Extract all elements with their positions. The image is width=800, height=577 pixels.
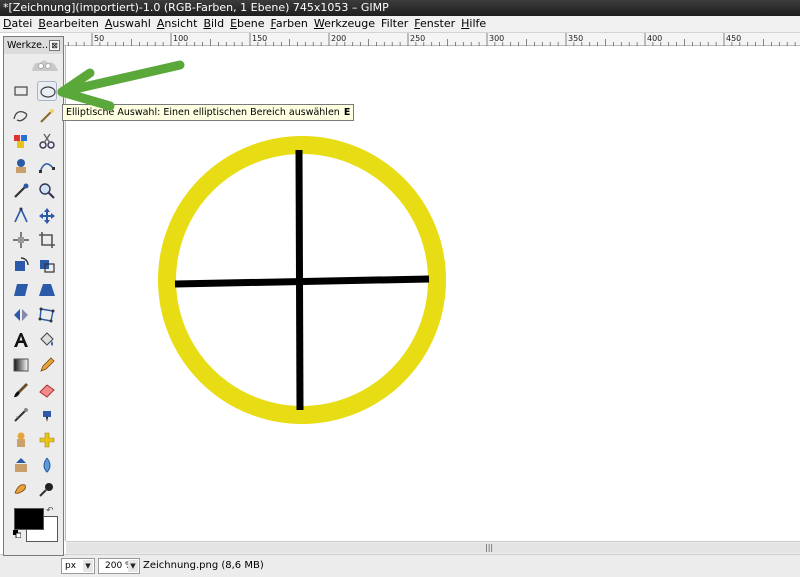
- file-info: Zeichnung.png (8,6 MB): [143, 560, 264, 571]
- menu-bar: Datei Bearbeiten Auswahl Ansicht Bild Ebene Fa…: [0, 16, 800, 33]
- menu-mnemonic: E: [230, 17, 238, 30]
- paths-icon[interactable]: [37, 156, 57, 176]
- paintbrush-icon[interactable]: [11, 380, 31, 400]
- tool-tooltip: Elliptische Auswahl: Einen elliptischen …: [62, 104, 355, 121]
- menu-bild[interactable]: Bild: [200, 16, 227, 33]
- select-by-color-icon[interactable]: [11, 131, 31, 151]
- ruler-label: 150: [252, 34, 267, 43]
- unit-value: px: [65, 561, 77, 571]
- move-icon[interactable]: [37, 206, 57, 226]
- menu-label: erkzeuge: [324, 17, 376, 30]
- unit-select[interactable]: px ▼: [61, 558, 95, 574]
- perspective-icon[interactable]: [37, 280, 57, 300]
- menu-datei[interactable]: Datei: [0, 16, 35, 33]
- rotate-icon[interactable]: [11, 255, 31, 275]
- menu-mnemonic: B: [203, 17, 211, 30]
- close-icon[interactable]: ⊠: [49, 40, 60, 51]
- heal-icon[interactable]: [37, 430, 57, 450]
- horizontal-ruler: 50100150200250300350400450500: [60, 33, 800, 46]
- swap-colors-icon[interactable]: ↶: [46, 506, 54, 516]
- ink-icon[interactable]: [37, 405, 57, 425]
- free-select-icon[interactable]: [11, 106, 31, 126]
- menu-label: bene: [237, 17, 265, 30]
- chevron-down-icon: ▼: [83, 560, 93, 572]
- eraser-icon[interactable]: [37, 380, 57, 400]
- menu-label: nsicht: [164, 17, 198, 30]
- menu-ebene[interactable]: Ebene: [227, 16, 267, 33]
- menu-label: ild: [210, 17, 225, 30]
- flip-icon[interactable]: [11, 305, 31, 325]
- menu-mnemonic: W: [313, 17, 325, 30]
- color-picker-icon[interactable]: [11, 181, 31, 201]
- tooltip-shortcut: E: [343, 107, 351, 118]
- menu-hilfe[interactable]: Hilfe: [458, 16, 489, 33]
- pencil-icon[interactable]: [37, 355, 57, 375]
- ellipse-select-icon[interactable]: [37, 81, 57, 101]
- ruler-label: 400: [647, 34, 662, 43]
- rect-select-icon[interactable]: [11, 81, 31, 101]
- measure-icon[interactable]: [11, 206, 31, 226]
- tooltip-text: Elliptische Auswahl: Einen elliptischen …: [66, 107, 340, 118]
- ruler-label: 450: [726, 34, 741, 43]
- scrollbar-thumb[interactable]: [66, 543, 800, 553]
- clone-icon[interactable]: [11, 430, 31, 450]
- window-title: *[Zeichnung](importiert)-1.0 (RGB-Farben…: [0, 0, 800, 16]
- horizontal-scrollbar[interactable]: |||: [66, 541, 800, 554]
- bucket-fill-icon[interactable]: [37, 330, 57, 350]
- scissors-select-icon[interactable]: [37, 131, 57, 151]
- crop-icon[interactable]: [37, 230, 57, 250]
- menu-bearbeiten[interactable]: Bearbeiten: [35, 16, 101, 33]
- cross-horizontal-line: [174, 275, 430, 288]
- menu-filter[interactable]: Filter: [378, 16, 411, 33]
- ruler-label: 250: [410, 34, 425, 43]
- menu-label: ilfe: [469, 17, 487, 30]
- airbrush-icon[interactable]: [11, 405, 31, 425]
- zoom-icon[interactable]: [37, 181, 57, 201]
- menu-label: arben: [275, 17, 308, 30]
- zoom-select[interactable]: 200 % ▼: [98, 558, 140, 574]
- menu-label: atei: [11, 17, 33, 30]
- fuzzy-select-icon[interactable]: [37, 106, 57, 126]
- foreground-color-swatch[interactable]: [14, 508, 44, 530]
- menu-farben[interactable]: Farben: [268, 16, 311, 33]
- menu-label: Filter: [381, 17, 409, 30]
- foreground-select-icon[interactable]: [11, 156, 31, 176]
- menu-mnemonic: B: [38, 17, 46, 30]
- text-icon[interactable]: [11, 330, 31, 350]
- toolbox-window: Werkze... ⊠ ↶: [3, 36, 64, 556]
- status-bar: px ▼ 200 % ▼ Zeichnung.png (8,6 MB): [0, 554, 800, 577]
- blur-sharpen-icon[interactable]: [37, 455, 57, 475]
- ruler-label: 100: [173, 34, 188, 43]
- reset-colors-icon[interactable]: [13, 530, 21, 538]
- cage-transform-icon[interactable]: [37, 305, 57, 325]
- ruler-label: 350: [568, 34, 583, 43]
- scrollbar-grip: |||: [485, 543, 494, 552]
- menu-werkzeuge[interactable]: Werkzeuge: [311, 16, 378, 33]
- blend-icon[interactable]: [11, 355, 31, 375]
- ruler-label: 300: [489, 34, 504, 43]
- scale-icon[interactable]: [37, 255, 57, 275]
- menu-label: uswahl: [112, 17, 151, 30]
- ruler-label: 50: [94, 34, 104, 43]
- chevron-down-icon: ▼: [128, 560, 138, 572]
- ruler-label: 200: [331, 34, 346, 43]
- smudge-icon[interactable]: [11, 479, 31, 499]
- menu-label: enster: [420, 17, 456, 30]
- wilber-logo: [32, 60, 58, 71]
- dodge-burn-icon[interactable]: [37, 479, 57, 499]
- menu-fenster[interactable]: Fenster: [411, 16, 458, 33]
- menu-label: earbeiten: [45, 17, 99, 30]
- align-icon[interactable]: [11, 230, 31, 250]
- ruler-ticks: 50100150200250300350400450500: [60, 33, 796, 46]
- menu-auswahl[interactable]: Auswahl: [102, 16, 154, 33]
- menu-ansicht[interactable]: Ansicht: [154, 16, 201, 33]
- shear-icon[interactable]: [11, 280, 31, 300]
- perspective-clone-icon[interactable]: [11, 455, 31, 475]
